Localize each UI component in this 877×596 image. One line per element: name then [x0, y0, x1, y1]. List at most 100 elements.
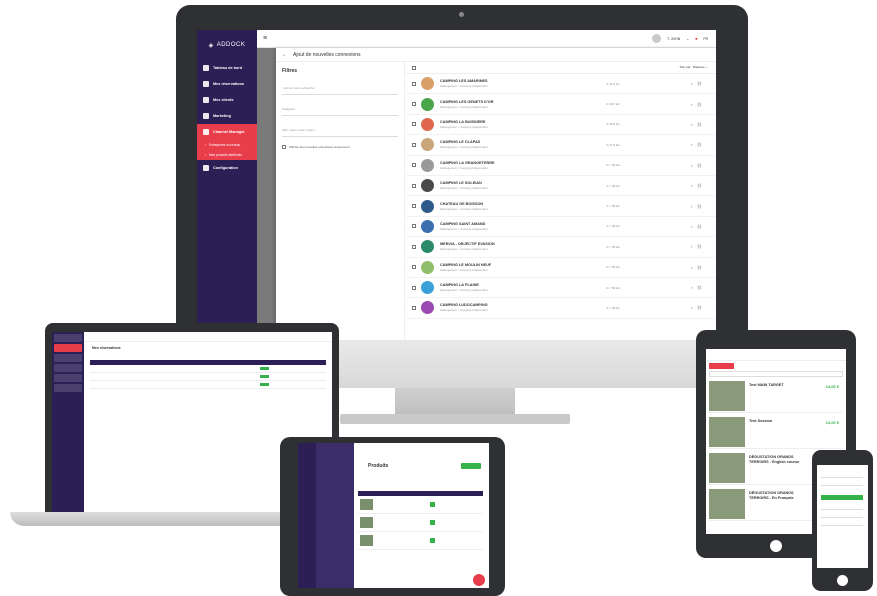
brand-logo[interactable]: ◈ ADDOCK — [197, 30, 257, 60]
row-checkbox[interactable] — [412, 163, 416, 168]
row-checkbox[interactable] — [412, 265, 416, 270]
business-name: CAMPING LA GRANGETERRE — [440, 160, 495, 165]
row-checkbox[interactable] — [412, 183, 416, 188]
row-checkbox[interactable] — [412, 204, 416, 209]
table-row[interactable] — [358, 514, 483, 532]
link-icon[interactable]: ⛓ — [697, 142, 706, 147]
table-row[interactable] — [358, 496, 483, 514]
home-button[interactable] — [837, 575, 848, 586]
result-row[interactable]: CAMPING LE SOLEIAN Hébergement > Camping … — [406, 176, 716, 197]
row-checkbox[interactable] — [412, 122, 416, 127]
row-actions: ⌕⛓ — [691, 265, 706, 270]
arrow-left-icon[interactable]: ← — [282, 52, 287, 58]
business-name: CAMPING LES GENETS D'OR — [440, 99, 494, 104]
link-icon[interactable]: ⛓ — [697, 204, 706, 209]
row-checkbox[interactable] — [412, 285, 416, 290]
link-icon[interactable]: ⛓ — [697, 244, 706, 249]
sidebar-item-clients[interactable]: Mes clients — [197, 92, 257, 108]
sidebar-item-marketing[interactable]: Marketing — [197, 108, 257, 124]
phone-green-button[interactable] — [821, 495, 863, 500]
phone-line — [821, 477, 863, 478]
link-icon[interactable]: ⛓ — [697, 305, 706, 310]
monitor-base — [340, 414, 570, 424]
result-row[interactable]: CAMPING LA BUISSIERE Hébergement > Campin… — [406, 115, 716, 136]
result-row[interactable]: CAMPING LUDOCAMPING Hébergement > Camping… — [406, 298, 716, 319]
row-checkbox[interactable] — [412, 81, 416, 86]
result-row[interactable]: MERVIA - OBJECTIF EVASION Hébergement > C… — [406, 237, 716, 258]
tablet-page-title: Produits — [368, 463, 389, 469]
business-name: CAMPING LUDOCAMPING — [440, 303, 488, 308]
result-row[interactable]: CAMPING LE MOULIN NEUF Hébergement > Camp… — [406, 258, 716, 278]
row-checkbox[interactable] — [412, 142, 416, 147]
menu-icon[interactable]: ≡ — [263, 35, 267, 42]
product-card[interactable]: Test Session 13,00 € — [709, 415, 843, 449]
checkbox[interactable] — [282, 145, 286, 149]
result-row[interactable]: CAMPING LA GRANGETERRE Hébergement > Camp… — [406, 156, 716, 176]
distance: ⊙ < 50 km — [606, 204, 621, 209]
link-icon[interactable]: ⛓ — [697, 81, 706, 86]
distance: ⊙ < 50 km — [606, 183, 621, 188]
table-row[interactable] — [358, 532, 483, 550]
result-row[interactable]: CAMPING SAINT AMAND Hébergement > Camping… — [406, 217, 716, 238]
result-row[interactable]: CHATEAU DE BOISSON Hébergement > Camping … — [406, 196, 716, 217]
link-icon[interactable]: ⛓ — [697, 285, 706, 290]
business-category: Hébergement > Camping indépendant — [440, 84, 488, 89]
new-only-checkbox[interactable]: Afficher les nouvelles entreprises uniqu… — [282, 145, 398, 149]
product-image — [709, 381, 745, 411]
select-all-checkbox[interactable] — [412, 65, 416, 70]
tablet-red-tab[interactable] — [709, 363, 734, 369]
add-product-button[interactable] — [461, 463, 481, 469]
product-card[interactable]: Test MAIN TARGET 13,00 € — [709, 379, 843, 413]
row-actions: ⌕⛓ — [691, 285, 706, 290]
category-select[interactable]: Catégorie — [282, 103, 398, 116]
link-icon[interactable]: ⛓ — [697, 224, 706, 229]
search-input[interactable]: ⌕ Entrer votre recherche — [282, 82, 398, 95]
result-row[interactable]: CAMPING LES AMARINES Hébergement > Campin… — [406, 74, 716, 95]
row-checkbox[interactable] — [412, 224, 416, 229]
business-category: Hébergement > Camping indépendant — [440, 124, 488, 129]
toggle[interactable] — [430, 538, 435, 543]
status-badge — [260, 375, 269, 378]
laptop-nav-active[interactable] — [54, 344, 82, 352]
laptop-nav-item[interactable] — [54, 374, 82, 382]
sort-control[interactable]: Trier par : Distance ⌄ — [679, 65, 708, 69]
distance: ⊙ < 50 km — [606, 285, 621, 290]
distance: ⊙ < 50 km — [606, 265, 621, 270]
toggle[interactable] — [430, 520, 435, 525]
link-icon[interactable]: ⛓ — [697, 102, 706, 107]
row-checkbox[interactable] — [412, 102, 416, 107]
fab-button[interactable] — [473, 574, 485, 586]
sidebar-item-dashboard[interactable]: Tableau de bord — [197, 60, 257, 76]
location-input[interactable]: Ville, code postal, région... — [282, 124, 398, 137]
table-row[interactable] — [90, 365, 326, 373]
link-icon[interactable]: ⛓ — [697, 122, 706, 127]
business-logo — [421, 179, 434, 193]
table-row[interactable] — [90, 373, 326, 381]
user-menu[interactable]: T. JOHN ⌄ ■ FR — [652, 34, 708, 43]
link-icon[interactable]: ⛓ — [697, 163, 706, 168]
product-image — [360, 535, 373, 546]
sidebar-item-reservations[interactable]: Mes réservations — [197, 76, 257, 92]
sidebar-item-channel-manager[interactable]: Channel Manager — [197, 124, 257, 140]
laptop-nav-item[interactable] — [54, 364, 82, 372]
business-category: Hébergement > Camping indépendant — [440, 308, 488, 313]
result-row[interactable]: CAMPING LES GENETS D'OR Hébergement > Cam… — [406, 94, 716, 115]
link-icon[interactable]: ⛓ — [697, 183, 706, 188]
link-icon[interactable]: ⛓ — [697, 265, 706, 270]
sidebar-item-configuration[interactable]: Configuration — [197, 160, 257, 176]
row-checkbox[interactable] — [412, 244, 416, 249]
sidebar-subitem-network[interactable]: Entreprises du réseau — [197, 140, 257, 150]
sidebar-subitem-products[interactable]: Mes produits distribués — [197, 150, 257, 160]
result-row[interactable]: CAMPING LE CLAPAS Hébergement > Camping i… — [406, 135, 716, 156]
business-logo — [421, 199, 434, 213]
business-category: Hébergement > Camping indépendant — [440, 288, 488, 293]
row-checkbox[interactable] — [412, 305, 416, 310]
product-image — [709, 453, 745, 483]
home-button[interactable] — [770, 540, 782, 552]
result-row[interactable]: CAMPING LA PLAINE Hébergement > Camping i… — [406, 278, 716, 299]
tablet-filter-bar[interactable] — [709, 371, 843, 377]
laptop-nav-item[interactable] — [54, 354, 82, 362]
toggle[interactable] — [430, 502, 435, 507]
laptop-nav-item[interactable] — [54, 384, 82, 392]
table-row[interactable] — [90, 381, 326, 389]
